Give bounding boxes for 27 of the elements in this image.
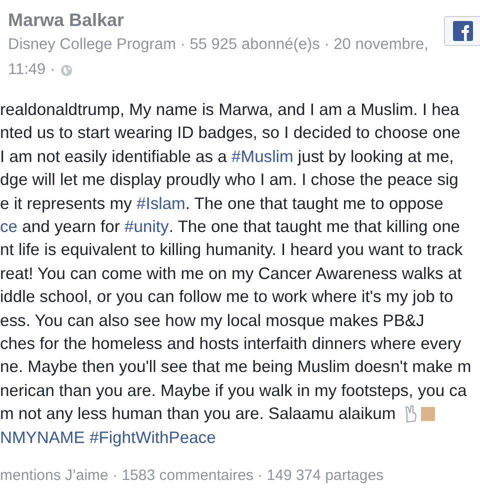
post-text-line: ches for the homeless and hosts interfaith dinners where every [0, 333, 462, 356]
post-text-line: e it represents my #Islam. The one that taught me to oppose [0, 192, 480, 216]
post-text-line: nerican than you are. Maybe if you walk in my footsteps, you ca [0, 380, 468, 402]
peace-hand-emoji-icon [404, 404, 436, 423]
post-text-line: I am not easily identifiable as a #Muslim just by looking at me, [0, 144, 480, 168]
post-text-line: nt life is equivalent to killing humanity. I heard you want to track [0, 239, 464, 262]
hashtag-link[interactable]: #FightWithPeace [89, 426, 216, 450]
post-text-line: dge will let me display proudly who I am. I chose the peace sig [0, 169, 460, 192]
post-text-line: ess. You can also see how my local mosque makes PB&J [0, 310, 426, 332]
author-name[interactable]: Marwa Balkar [8, 10, 428, 31]
hashtag-link[interactable]: #Islam [136, 192, 186, 216]
post-text-line: ce and yearn for #unity. The one that taught me that killing one [0, 215, 462, 238]
globe-icon [60, 64, 74, 76]
post-stats: mentions J’aime · 1583 commentaires · 149 374 partages [0, 467, 385, 484]
hashtag-link[interactable]: #Muslim [232, 144, 294, 168]
post-text-line: iddle school, or you can follow me to work where it's my job to [0, 286, 454, 308]
hashtag-link[interactable]: #unity [124, 215, 169, 238]
facebook-button[interactable] [444, 16, 480, 46]
post-text-line: m not any less human than you are. Salaamu alaikum [0, 402, 480, 426]
post-meta: Disney College Program · 55 925 abonné(e)s · 20 novembre, [8, 35, 428, 55]
hashtag-link[interactable]: NMYNAME [0, 426, 85, 450]
facebook-logo-icon [453, 21, 473, 41]
post-text-line: reat! You can come with me on my Cancer Awareness walks at [0, 262, 463, 285]
post-text-line: realdonaldtrump, My name is Marwa, and I am a Muslim. I hea [0, 99, 460, 121]
post-text-line: nted us to start wearing ID badges, so I decided to choose one [0, 122, 462, 144]
hashtag-link[interactable]: ce [0, 215, 18, 238]
post-text-line: ne. Maybe then you'll see that me being Muslim doesn't make m [0, 356, 472, 378]
